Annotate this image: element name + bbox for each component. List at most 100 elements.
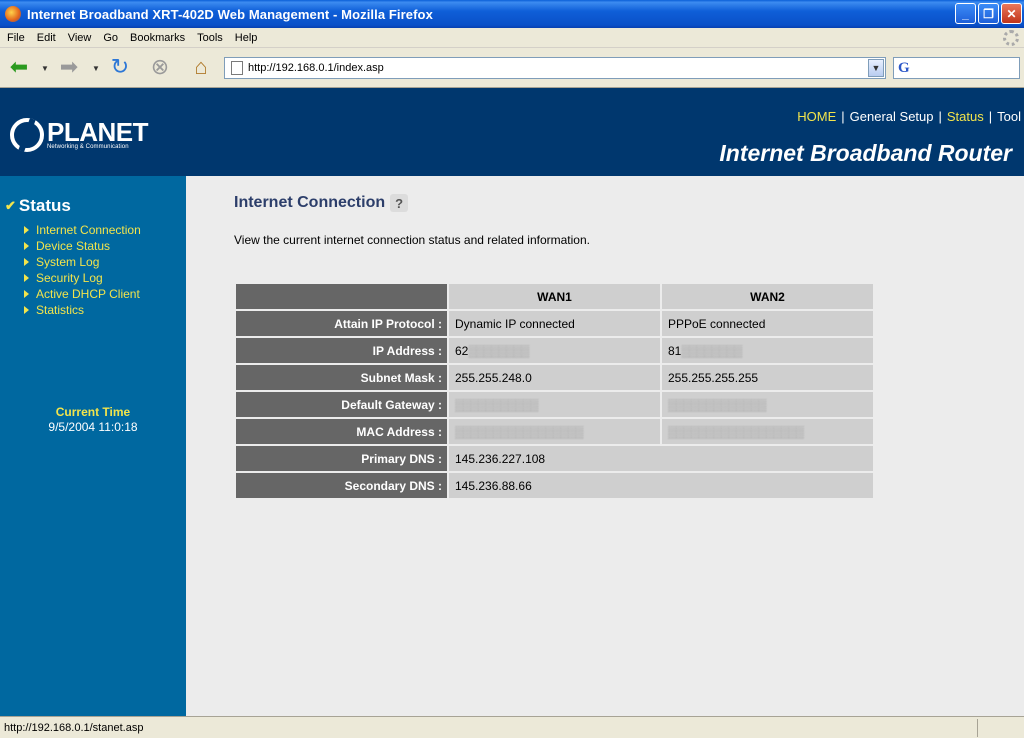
url-dropdown-icon[interactable]: ▼ [868, 59, 884, 77]
page-icon [231, 61, 243, 75]
sidebar-item-label[interactable]: Device Status [36, 239, 110, 253]
wan1-mac-cell: ▒▒▒▒▒▒▒▒▒▒▒▒▒▒▒▒▒ [449, 419, 660, 444]
sidebar-item-label[interactable]: Internet Connection [36, 223, 141, 237]
primary-dns-value: 145.236.227.108 [449, 446, 873, 471]
sidebar-item-label[interactable]: Security Log [36, 271, 103, 285]
planet-logo: PLANET Networking & Communication [10, 117, 149, 152]
sidebar-item-system-log[interactable]: System Log [24, 254, 141, 270]
planet-logo-ring-icon [10, 118, 44, 152]
table-corner-cell [236, 284, 447, 309]
sidebar-heading: ✔ Status [5, 196, 71, 216]
menu-go[interactable]: Go [103, 32, 118, 44]
back-arrow-icon[interactable]: ⬅ [6, 54, 32, 80]
table-row: Subnet Mask : 255.255.248.0 255.255.255.… [236, 365, 873, 390]
menu-edit[interactable]: Edit [37, 32, 56, 44]
wan1-ip-value: 62 [455, 343, 469, 358]
status-text: http://192.168.0.1/stanet.asp [4, 721, 144, 734]
table-row: Secondary DNS : 145.236.88.66 [236, 473, 873, 498]
menu-tools[interactable]: Tools [197, 32, 223, 44]
triangle-bullet-icon [24, 290, 29, 298]
sidebar-item-device-status[interactable]: Device Status [24, 238, 141, 254]
close-button[interactable]: ✕ [1001, 3, 1022, 24]
page-title-text: Internet Connection [234, 194, 386, 211]
menu-bookmarks[interactable]: Bookmarks [130, 32, 185, 44]
throbber-icon [1003, 30, 1019, 46]
wan1-subnet-value: 255.255.248.0 [449, 365, 660, 390]
triangle-bullet-icon [24, 226, 29, 234]
forward-dropdown-icon[interactable]: ▼ [92, 64, 100, 73]
help-icon[interactable]: ? [390, 194, 409, 212]
sidebar-item-label[interactable]: Statistics [36, 303, 84, 317]
redacted-mark: ▒▒▒▒▒▒▒▒▒▒▒▒▒▒▒▒▒▒ [668, 424, 804, 439]
nav-home-link[interactable]: HOME [797, 109, 836, 124]
secondary-dns-value: 145.236.88.66 [449, 473, 873, 498]
current-time-label: Current Time [55, 405, 131, 419]
connection-table: WAN1 WAN2 Attain IP Protocol : Dynamic I… [234, 282, 875, 500]
main-content: Internet Connection ? View the current i… [186, 176, 1024, 716]
table-row: Attain IP Protocol : Dynamic IP connecte… [236, 311, 873, 336]
table-header-row: WAN1 WAN2 [236, 284, 873, 309]
forward-arrow-icon[interactable]: ➡ [56, 54, 82, 80]
stop-icon[interactable]: ⊗ [147, 54, 173, 80]
window-titlebar: Internet Broadband XRT-402D Web Manageme… [0, 0, 1024, 28]
home-icon[interactable]: ⌂ [188, 54, 214, 80]
sidebar-item-active-dhcp-client[interactable]: Active DHCP Client [24, 286, 141, 302]
sidebar-item-label[interactable]: System Log [36, 255, 99, 269]
url-bar[interactable]: ▼ [224, 57, 886, 79]
row-label-subnet-mask: Subnet Mask : [236, 365, 447, 390]
row-label-secondary-dns: Secondary DNS : [236, 473, 447, 498]
window-title: Internet Broadband XRT-402D Web Manageme… [27, 6, 433, 22]
back-dropdown-icon[interactable]: ▼ [41, 64, 49, 73]
wan1-ip-cell: 62▒▒▒▒▒▒▒▒ [449, 338, 660, 363]
menu-view[interactable]: View [68, 32, 92, 44]
triangle-bullet-icon [24, 258, 29, 266]
column-header-wan2: WAN2 [662, 284, 873, 309]
sidebar-heading-label: Status [18, 196, 71, 215]
row-label-default-gateway: Default Gateway : [236, 392, 447, 417]
redacted-mark: ▒▒▒▒▒▒▒▒▒▒▒▒▒▒▒▒▒ [455, 424, 584, 439]
redacted-mark: ▒▒▒▒▒▒▒▒▒▒▒ [455, 397, 539, 412]
wan1-protocol-value: Dynamic IP connected [449, 311, 660, 336]
table-row: MAC Address : ▒▒▒▒▒▒▒▒▒▒▒▒▒▒▒▒▒ ▒▒▒▒▒▒▒▒… [236, 419, 873, 444]
nav-tool-link[interactable]: Tool [997, 109, 1021, 124]
nav-status-link[interactable]: Status [947, 109, 984, 124]
current-time-value: 9/5/2004 11:0:18 [48, 420, 138, 434]
status-divider [977, 719, 978, 737]
sidebar-item-internet-connection[interactable]: Internet Connection [24, 222, 141, 238]
url-input[interactable] [248, 62, 868, 74]
reload-icon[interactable]: ↻ [107, 54, 133, 80]
table-row: Primary DNS : 145.236.227.108 [236, 446, 873, 471]
status-bar: http://192.168.0.1/stanet.asp [0, 716, 1024, 738]
menu-file[interactable]: File [7, 32, 25, 44]
restore-button[interactable]: ❐ [978, 3, 999, 24]
column-header-wan1: WAN1 [449, 284, 660, 309]
redacted-mark: ▒▒▒▒▒▒▒▒ [468, 343, 529, 358]
triangle-bullet-icon [24, 242, 29, 250]
wan2-subnet-value: 255.255.255.255 [662, 365, 873, 390]
sidebar-item-security-log[interactable]: Security Log [24, 270, 141, 286]
wan2-ip-value: 81 [668, 343, 682, 358]
triangle-bullet-icon [24, 306, 29, 314]
page-header: PLANET Networking & Communication HOME | G… [0, 88, 1024, 176]
checkmark-icon: ✔ [5, 198, 16, 213]
page-title: Internet Connection ? [234, 194, 409, 212]
sidebar-item-statistics[interactable]: Statistics [24, 302, 141, 318]
logo-text: PLANET [47, 117, 149, 147]
wan1-gateway-cell: ▒▒▒▒▒▒▒▒▒▒▒ [449, 392, 660, 417]
google-search-icon[interactable]: G [898, 60, 910, 77]
wan2-mac-cell: ▒▒▒▒▒▒▒▒▒▒▒▒▒▒▒▒▒▒ [662, 419, 873, 444]
sidebar-menu: Internet Connection Device Status System… [24, 222, 141, 318]
wan2-gateway-cell: ▒▒▒▒▒▒▒▒▒▒▒▒▒ [662, 392, 873, 417]
minimize-button[interactable]: _ [955, 3, 976, 24]
redacted-mark: ▒▒▒▒▒▒▒▒ [681, 343, 742, 358]
row-label-primary-dns: Primary DNS : [236, 446, 447, 471]
wan2-ip-cell: 81▒▒▒▒▒▒▒▒ [662, 338, 873, 363]
menu-bar: File Edit View Go Bookmarks Tools Help [0, 28, 1024, 48]
row-label-ip-address: IP Address : [236, 338, 447, 363]
sidebar-item-label[interactable]: Active DHCP Client [36, 287, 140, 301]
menu-help[interactable]: Help [235, 32, 258, 44]
firefox-icon [5, 6, 21, 22]
nav-general-setup-link[interactable]: General Setup [850, 109, 934, 124]
search-box[interactable]: G [893, 57, 1020, 79]
row-label-mac-address: MAC Address : [236, 419, 447, 444]
